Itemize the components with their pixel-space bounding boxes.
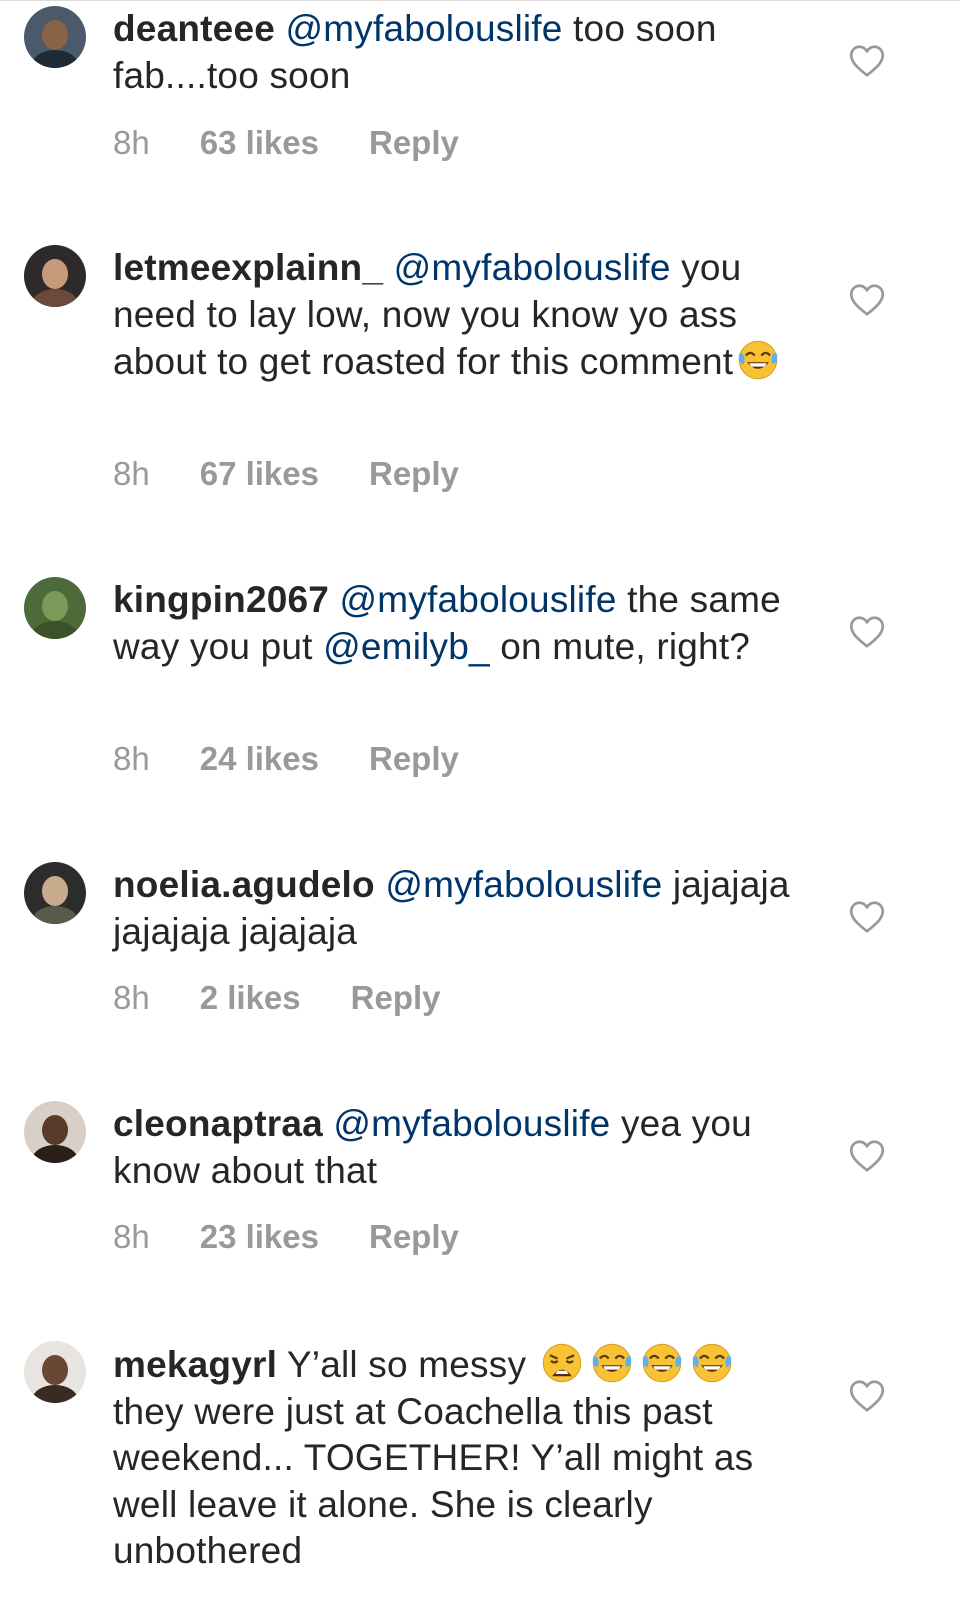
comment-body: on mute, right? — [489, 625, 751, 667]
likes-count[interactable]: 2 likes — [200, 979, 301, 1017]
comment-meta: 8h 23 likes Reply — [113, 1218, 459, 1256]
reply-button[interactable]: Reply — [369, 124, 459, 162]
reply-button[interactable]: Reply — [351, 979, 441, 1017]
mention-link[interactable]: @myfabolouslife — [394, 247, 671, 288]
top-divider — [0, 0, 960, 1]
reply-button[interactable]: Reply — [369, 740, 459, 778]
face-with-tears-of-joy-icon — [692, 1343, 731, 1383]
avatar-face — [42, 1115, 68, 1145]
avatar[interactable] — [24, 1101, 86, 1163]
weary-face-icon — [542, 1343, 581, 1383]
comment-meta: 8h 24 likes Reply — [113, 740, 459, 778]
likes-count[interactable]: 24 likes — [200, 740, 319, 778]
avatar-face — [42, 876, 68, 906]
avatar-shoulders — [32, 906, 78, 924]
avatar[interactable] — [24, 245, 86, 307]
likes-count[interactable]: 67 likes — [200, 455, 319, 493]
comment-text: deanteee @myfabolouslife too soon fab...… — [113, 6, 803, 99]
avatar-face — [42, 259, 68, 289]
avatar-shoulders — [32, 50, 78, 68]
mention-link[interactable]: @myfabolouslife — [333, 1103, 610, 1144]
avatar-shoulders — [32, 1145, 78, 1163]
comment-text: letmeexplainn_ @myfabolouslife you need … — [113, 245, 803, 386]
mention-link[interactable]: @myfabolouslife — [286, 8, 563, 49]
comment-meta: 8h 2 likes Reply — [113, 979, 441, 1017]
face-with-tears-of-joy-icon — [739, 340, 778, 380]
avatar-face — [42, 591, 68, 621]
comment-timestamp: 8h — [113, 1218, 150, 1255]
avatar-face — [42, 1355, 68, 1385]
like-heart-icon[interactable] — [849, 900, 885, 934]
comment-body: Y’all so messy — [277, 1344, 537, 1385]
like-heart-icon[interactable] — [849, 1139, 885, 1173]
comment-text: cleonaptraa @myfabolouslife yea you know… — [113, 1101, 803, 1194]
comment-username[interactable]: letmeexplainn_ — [113, 247, 383, 288]
comment-meta: 8h 63 likes Reply — [113, 124, 459, 162]
avatar[interactable] — [24, 6, 86, 68]
comment-meta: 8h 67 likes Reply — [113, 455, 459, 493]
comment-username[interactable]: cleonaptraa — [113, 1103, 323, 1144]
comment-timestamp: 8h — [113, 979, 150, 1016]
comment-text: kingpin2067 @myfabolouslife the same way… — [113, 577, 803, 670]
mention-link[interactable]: @myfabolouslife — [340, 579, 617, 620]
like-heart-icon[interactable] — [849, 1379, 885, 1413]
comment-text: noelia.agudelo @myfabolouslife jajajaja … — [113, 862, 803, 955]
avatar-shoulders — [32, 621, 78, 639]
likes-count[interactable]: 63 likes — [200, 124, 319, 162]
like-heart-icon[interactable] — [849, 615, 885, 649]
comment-timestamp: 8h — [113, 455, 150, 492]
avatar[interactable] — [24, 577, 86, 639]
avatar[interactable] — [24, 862, 86, 924]
avatar-shoulders — [32, 1385, 78, 1403]
avatar-shoulders — [32, 289, 78, 307]
like-heart-icon[interactable] — [849, 283, 885, 317]
comment-body: they were just at Coachella this past we… — [113, 1390, 754, 1572]
face-with-tears-of-joy-icon — [592, 1343, 631, 1383]
mention-link[interactable]: @myfabolouslife — [385, 864, 662, 905]
comment-text: mekagyrl Y’all so messy they were just a… — [113, 1341, 803, 1575]
reply-button[interactable]: Reply — [369, 1218, 459, 1256]
mention-link[interactable]: @emilyb_ — [323, 626, 490, 667]
likes-count[interactable]: 23 likes — [200, 1218, 319, 1256]
comment-timestamp: 8h — [113, 124, 150, 161]
like-heart-icon[interactable] — [849, 44, 885, 78]
avatar[interactable] — [24, 1341, 86, 1403]
reply-button[interactable]: Reply — [369, 455, 459, 493]
comment-username[interactable]: kingpin2067 — [113, 579, 329, 620]
comment-username[interactable]: noelia.agudelo — [113, 864, 375, 905]
comment-username[interactable]: deanteee — [113, 8, 275, 49]
avatar-face — [42, 20, 68, 50]
comment-timestamp: 8h — [113, 740, 150, 777]
face-with-tears-of-joy-icon — [642, 1343, 681, 1383]
comment-username[interactable]: mekagyrl — [113, 1344, 277, 1385]
